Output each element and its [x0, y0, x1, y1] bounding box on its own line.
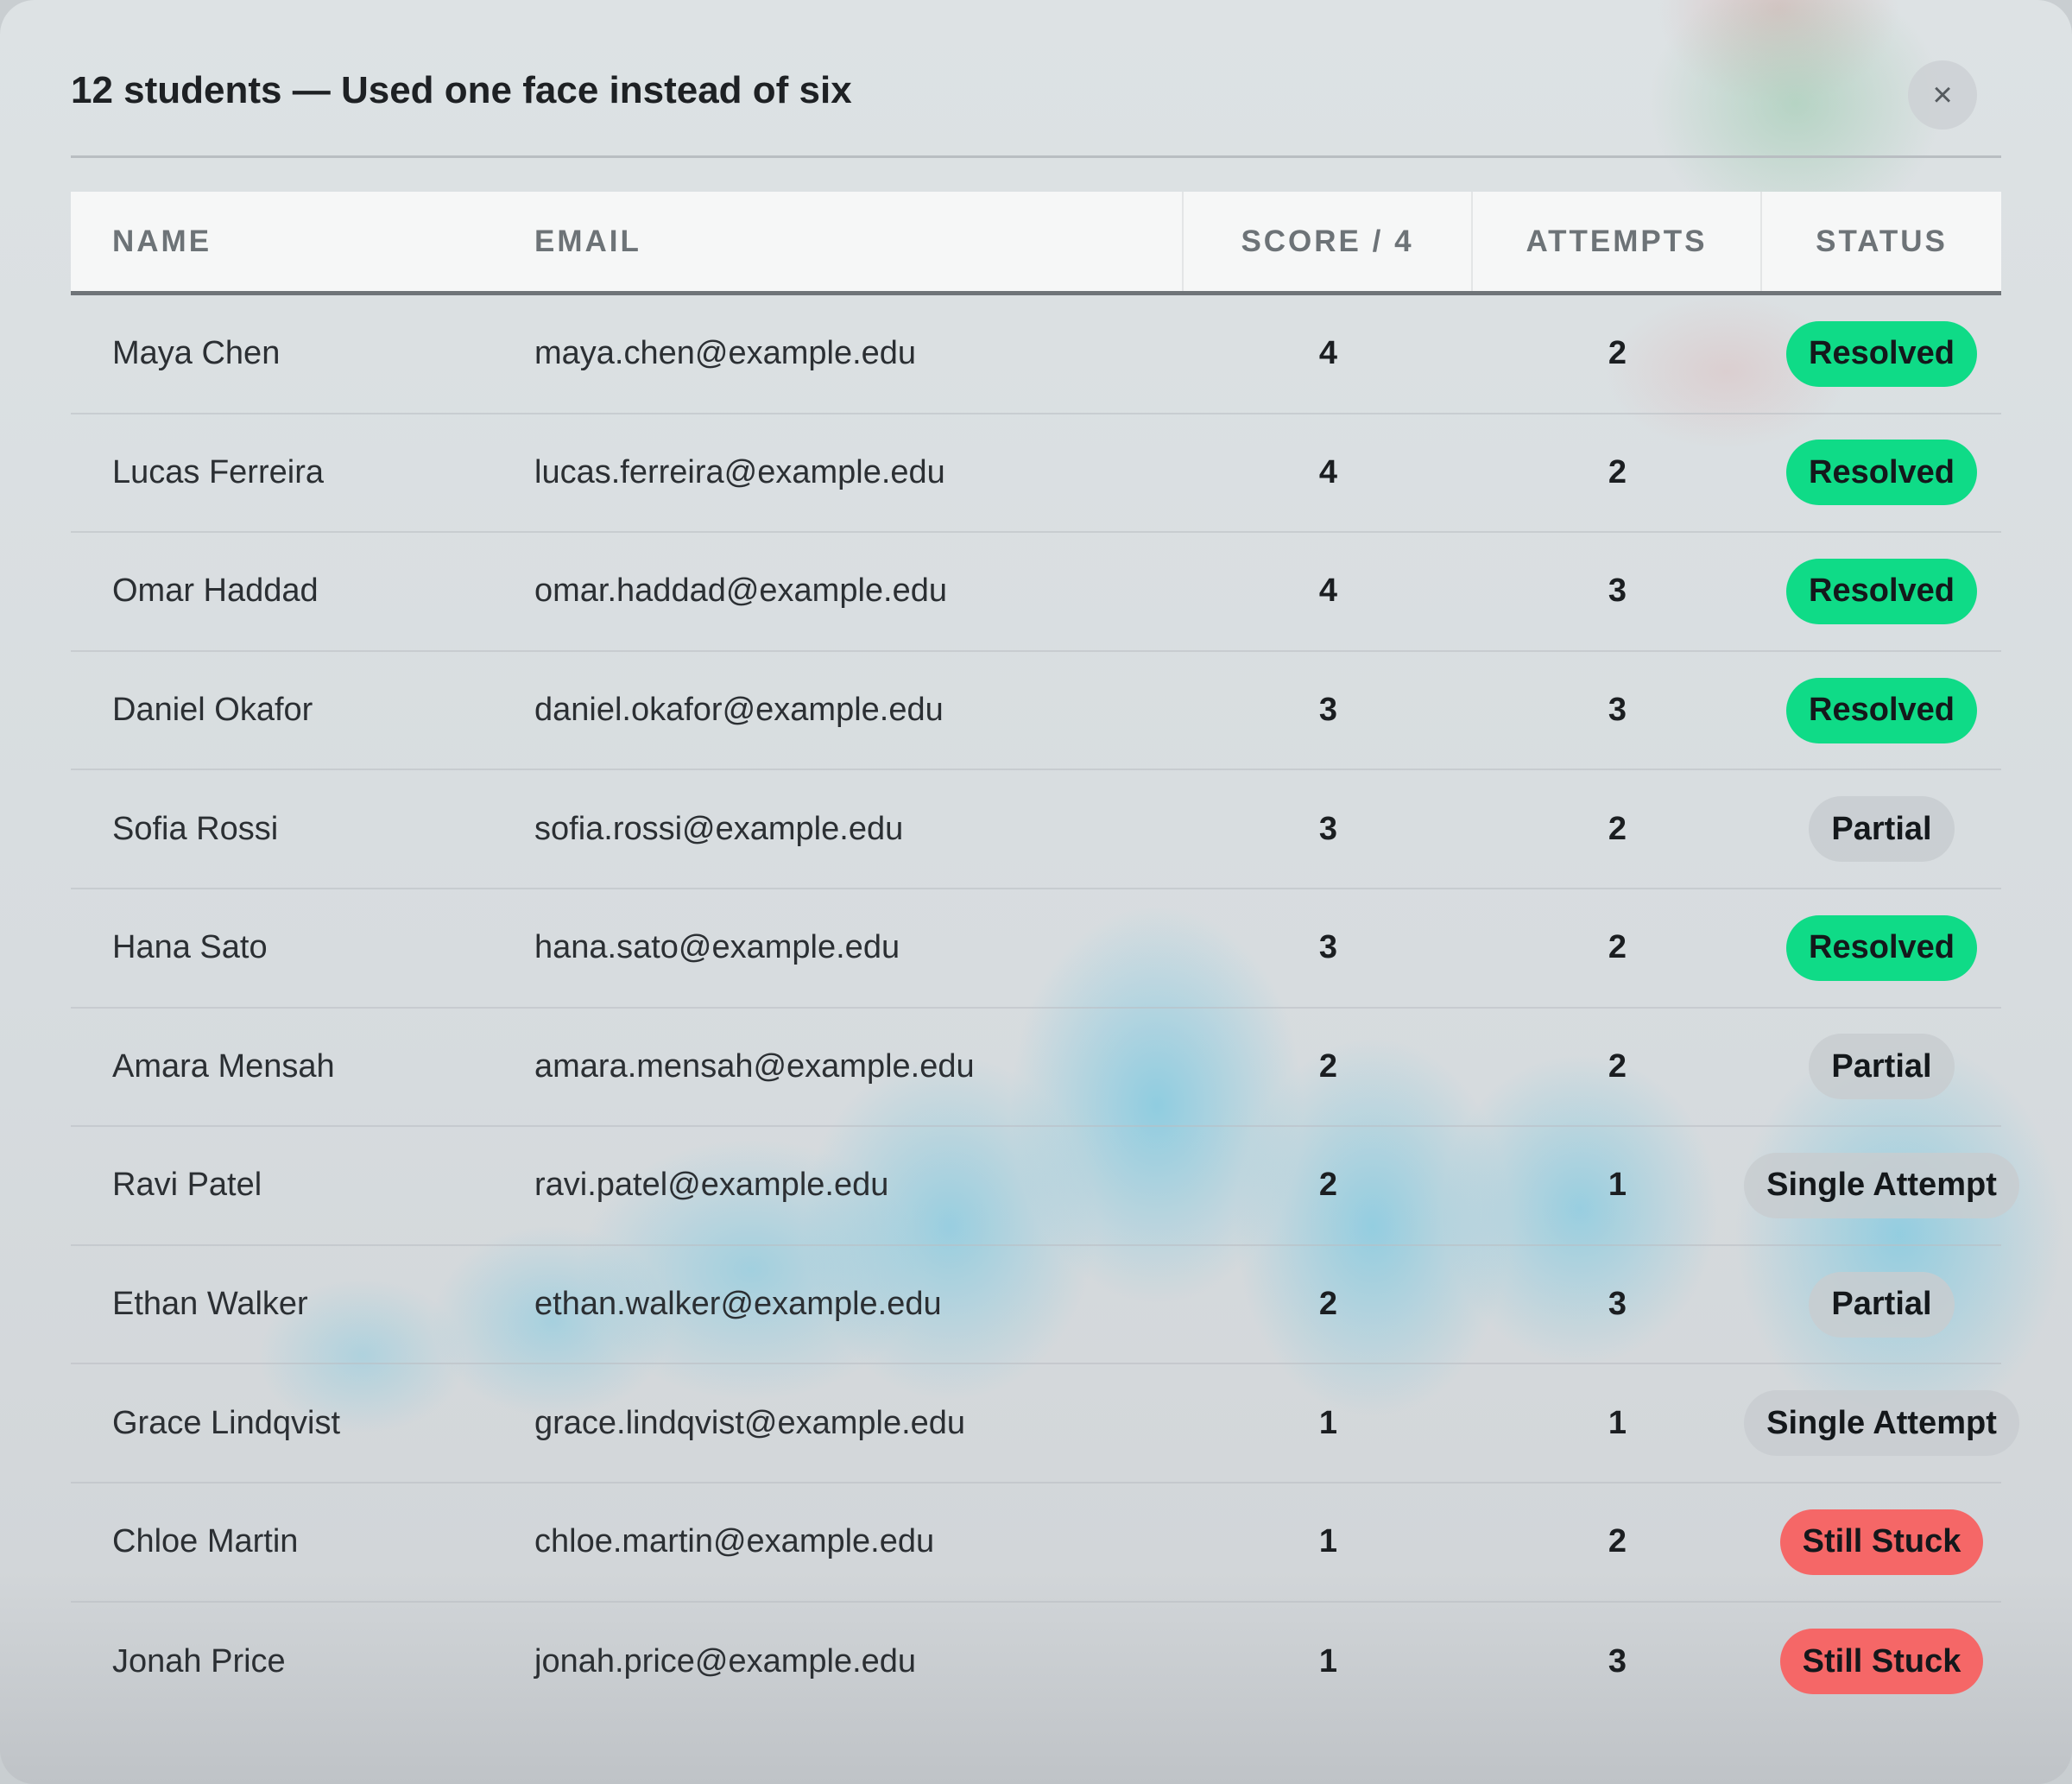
student-email: ravi.patel@example.edu	[534, 1167, 889, 1204]
student-email: amara.mensah@example.edu	[534, 1047, 975, 1085]
status-badge: Still Stuck	[1779, 1509, 1984, 1575]
student-email: grace.lindqvist@example.edu	[534, 1404, 966, 1441]
status-badge: Partial	[1809, 1271, 1955, 1338]
student-status-cell: Resolved	[1762, 440, 2001, 506]
table-row[interactable]: Amara Mensah amara.mensah@example.edu 2 2 Pa…	[71, 1009, 2001, 1128]
student-score: 1	[1318, 1523, 1338, 1560]
student-name: Sofia Rossi	[112, 810, 279, 847]
student-score: 3	[1318, 929, 1338, 966]
students-dialog: 12 students — Used one face instead of s…	[0, 0, 2072, 1784]
student-status-cell: Resolved	[1762, 558, 2001, 624]
table-row[interactable]: Grace Lindqvist grace.lindqvist@example.e…	[71, 1364, 2019, 1484]
student-status-cell: Partial	[1762, 1034, 2001, 1100]
table-row[interactable]: Jonah Price jonah.price@example.edu 1 3 Stil…	[71, 1603, 2001, 1722]
student-score: 1	[1318, 1642, 1338, 1680]
student-name: Lucas Ferreira	[112, 453, 324, 490]
table-row[interactable]: Omar Haddad omar.haddad@example.edu 4 3 Reso…	[71, 533, 2001, 652]
student-email: lucas.ferreira@example.edu	[534, 453, 945, 490]
table-row[interactable]: Daniel Okafor daniel.okafor@example.edu 3 3…	[71, 652, 2001, 771]
status-badge: Single Attempt	[1744, 1152, 2019, 1218]
student-status-cell: Resolved	[1762, 320, 2001, 387]
student-name: Omar Haddad	[112, 573, 319, 610]
student-email: ethan.walker@example.edu	[534, 1286, 942, 1323]
table-row[interactable]: Sofia Rossi sofia.rossi@example.edu 3 2 Part…	[71, 770, 2001, 889]
student-name: Maya Chen	[112, 335, 281, 372]
close-button[interactable]: ×	[1908, 60, 1977, 130]
student-attempts: 2	[1608, 335, 1627, 372]
student-attempts: 3	[1608, 1286, 1627, 1323]
student-attempts: 1	[1608, 1167, 1627, 1204]
student-attempts: 2	[1608, 810, 1627, 847]
table-body: Maya Chen maya.chen@example.edu 4 2 Resolved…	[71, 295, 2019, 1722]
status-badge: Resolved	[1786, 440, 1977, 506]
student-name: Grace Lindqvist	[112, 1404, 341, 1441]
status-badge: Resolved	[1786, 558, 1977, 624]
student-attempts: 2	[1608, 1047, 1627, 1085]
table-row[interactable]: Ravi Patel ravi.patel@example.edu 2 1 Single…	[71, 1127, 2019, 1246]
status-badge: Resolved	[1786, 677, 1977, 743]
status-badge: Resolved	[1786, 914, 1977, 981]
table-row[interactable]: Ethan Walker ethan.walker@example.edu 2 3 Pa…	[71, 1246, 2001, 1365]
dialog-title: 12 students — Used one face instead of s…	[71, 69, 852, 111]
status-badge: Single Attempt	[1744, 1390, 2019, 1457]
student-attempts: 1	[1608, 1404, 1627, 1441]
student-email: maya.chen@example.edu	[534, 335, 917, 372]
table-row[interactable]: Lucas Ferreira lucas.ferreira@example.edu…	[71, 414, 2001, 534]
student-score: 2	[1318, 1167, 1338, 1204]
student-score: 1	[1318, 1404, 1338, 1441]
table-row[interactable]: Hana Sato hana.sato@example.edu 3 2 Resolved	[71, 889, 2001, 1009]
student-score: 4	[1318, 453, 1338, 490]
student-status-cell: Single Attempt	[1744, 1390, 2019, 1457]
student-email: sofia.rossi@example.edu	[534, 810, 904, 847]
student-name: Ravi Patel	[112, 1167, 262, 1204]
student-email: hana.sato@example.edu	[534, 929, 900, 966]
student-status-cell: Single Attempt	[1744, 1152, 2019, 1218]
students-table: NAME EMAIL SCORE / 4 ATTEMPTS STATUS May…	[71, 192, 2019, 1722]
column-header-email[interactable]: EMAIL	[534, 192, 1184, 291]
student-score: 2	[1318, 1047, 1338, 1085]
status-badge: Resolved	[1786, 320, 1977, 387]
column-header-attempts[interactable]: ATTEMPTS	[1473, 192, 1762, 291]
student-status-cell: Partial	[1762, 1271, 2001, 1338]
student-name: Amara Mensah	[112, 1047, 335, 1085]
student-attempts: 3	[1608, 692, 1627, 729]
column-header-score[interactable]: SCORE / 4	[1184, 192, 1473, 291]
student-attempts: 2	[1608, 929, 1627, 966]
student-name: Jonah Price	[112, 1642, 286, 1680]
status-badge: Partial	[1809, 1034, 1955, 1100]
status-badge: Partial	[1809, 796, 1955, 863]
student-score: 3	[1318, 692, 1338, 729]
student-attempts: 3	[1608, 1642, 1627, 1680]
table-header: NAME EMAIL SCORE / 4 ATTEMPTS STATUS	[71, 192, 2001, 295]
student-email: daniel.okafor@example.edu	[534, 692, 944, 729]
student-status-cell: Resolved	[1762, 914, 2001, 981]
student-name: Chloe Martin	[112, 1523, 299, 1560]
student-score: 4	[1318, 335, 1338, 372]
student-score: 4	[1318, 573, 1338, 610]
student-name: Daniel Okafor	[112, 692, 313, 729]
student-status-cell: Still Stuck	[1762, 1629, 2001, 1695]
student-name: Hana Sato	[112, 929, 268, 966]
student-status-cell: Partial	[1762, 796, 2001, 863]
student-attempts: 3	[1608, 573, 1627, 610]
table-row[interactable]: Maya Chen maya.chen@example.edu 4 2 Resolved	[71, 295, 2001, 414]
status-badge: Still Stuck	[1779, 1629, 1984, 1695]
student-email: omar.haddad@example.edu	[534, 573, 948, 610]
student-email: jonah.price@example.edu	[534, 1642, 917, 1680]
student-status-cell: Still Stuck	[1762, 1509, 2001, 1575]
student-status-cell: Resolved	[1762, 677, 2001, 743]
student-score: 2	[1318, 1286, 1338, 1323]
close-icon: ×	[1932, 76, 1953, 114]
student-email: chloe.martin@example.edu	[534, 1523, 935, 1560]
title-divider	[71, 155, 2001, 158]
table-row[interactable]: Chloe Martin chloe.martin@example.edu 1 2 St…	[71, 1484, 2001, 1603]
column-header-name[interactable]: NAME	[71, 192, 534, 291]
student-attempts: 2	[1608, 453, 1627, 490]
student-score: 3	[1318, 810, 1338, 847]
student-name: Ethan Walker	[112, 1286, 308, 1323]
column-header-status[interactable]: STATUS	[1762, 192, 2001, 291]
student-attempts: 2	[1608, 1523, 1627, 1560]
